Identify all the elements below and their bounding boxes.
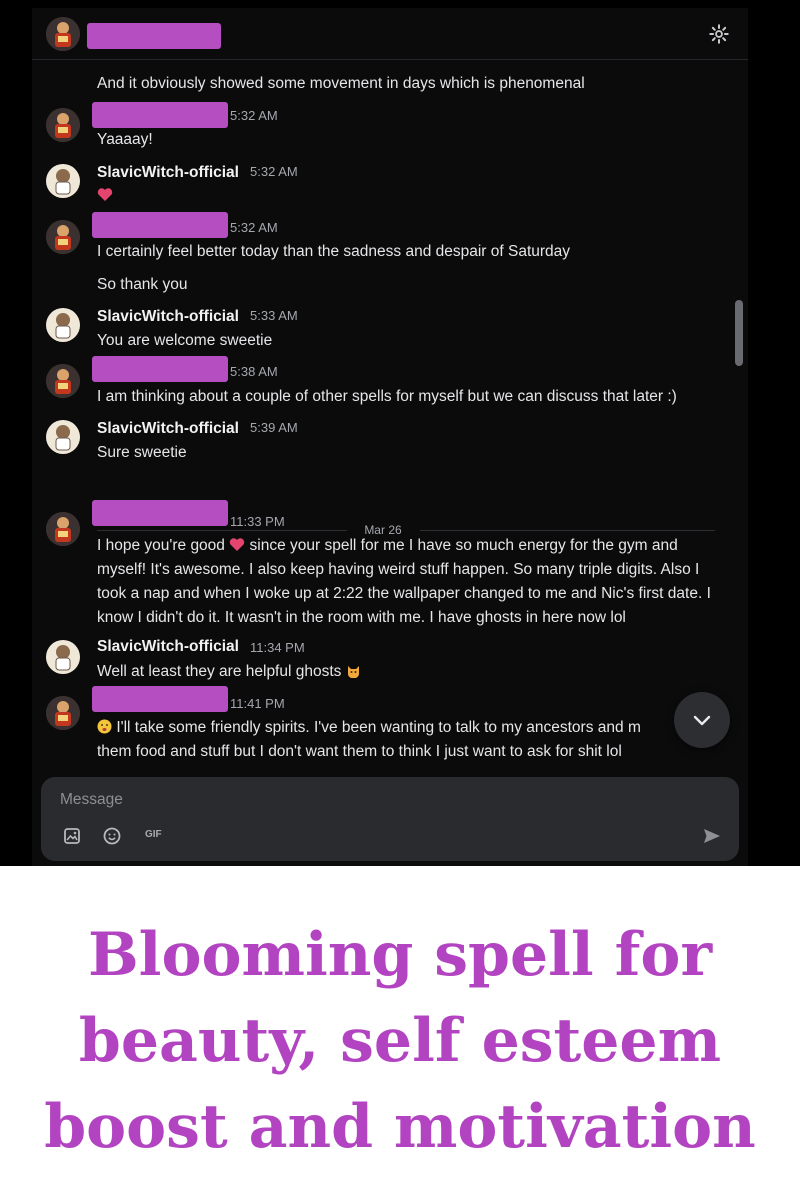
message-text: Yaaaay! [97, 131, 153, 148]
message-author[interactable]: SlavicWitch-official [97, 308, 239, 326]
message-time: 5:33 AM [250, 308, 298, 323]
caption-line: boost and motivation [44, 1092, 756, 1162]
redacted-author [92, 102, 228, 128]
message-avatar[interactable] [46, 696, 80, 730]
message-author[interactable]: SlavicWitch-official [97, 638, 239, 656]
message-time: 11:34 PM [250, 640, 305, 655]
screenshot-area: And it obviously showed some movement in… [0, 0, 800, 866]
caption-line: beauty, self esteem [78, 1006, 722, 1076]
message-text: Sure sweetie [97, 444, 187, 461]
chat-header [32, 8, 748, 60]
message-input[interactable]: Message [60, 791, 123, 809]
message-time: 5:32 AM [230, 220, 278, 235]
message-avatar[interactable] [46, 640, 80, 674]
message-list[interactable]: And it obviously showed some movement in… [32, 60, 748, 768]
redacted-author [92, 356, 228, 382]
message-author[interactable]: SlavicWitch-official [97, 164, 239, 182]
message-text-segment: I'll take some friendly spirits. I've be… [116, 719, 641, 736]
image-icon[interactable] [61, 825, 83, 847]
cat-emoji-icon [347, 666, 359, 678]
message-text-segment: I hope you're good [97, 537, 225, 554]
gif-button[interactable]: GIF [145, 829, 162, 840]
send-icon[interactable] [701, 825, 723, 847]
message-text: You are welcome sweetie [97, 332, 273, 349]
message-text [97, 184, 113, 208]
gear-icon[interactable] [708, 23, 730, 45]
redacted-author [92, 212, 228, 238]
message-text: I am thinking about a couple of other sp… [97, 388, 677, 405]
message-avatar[interactable] [46, 308, 80, 342]
message-time: 5:38 AM [230, 364, 278, 379]
message-avatar[interactable] [46, 220, 80, 254]
header-avatar[interactable] [46, 17, 80, 51]
message-text-segment: Well at least they are helpful ghosts [97, 663, 342, 680]
chat-window: And it obviously showed some movement in… [32, 8, 748, 866]
jump-to-latest-button[interactable] [674, 692, 730, 748]
redacted-username [87, 23, 221, 49]
message-author[interactable]: SlavicWitch-official [97, 420, 239, 438]
message-avatar[interactable] [46, 108, 80, 142]
scrollbar-thumb[interactable] [735, 300, 743, 366]
heart-icon [97, 188, 113, 201]
message-avatar[interactable] [46, 512, 80, 546]
date-divider-line [420, 530, 715, 531]
message-text: And it obviously showed some movement in… [97, 75, 585, 92]
message-avatar[interactable] [46, 420, 80, 454]
chevron-down-icon [693, 715, 711, 726]
face-emoji-icon [97, 719, 112, 734]
message-text: I'll take some friendly spirits. I've be… [97, 716, 641, 740]
message-avatar[interactable] [46, 364, 80, 398]
message-time: 11:33 PM [230, 514, 285, 529]
heart-icon [230, 538, 245, 551]
message-avatar[interactable] [46, 164, 80, 198]
redacted-author [92, 686, 228, 712]
date-divider-line [97, 530, 347, 531]
promo-caption: Blooming spell for beauty, self esteem b… [0, 912, 800, 1170]
message-text: I hope you're good since your spell for … [97, 534, 725, 630]
message-time: 5:32 AM [230, 108, 278, 123]
message-time: 11:41 PM [230, 696, 285, 711]
message-text: So thank you [97, 276, 188, 293]
message-time: 5:39 AM [250, 420, 298, 435]
avatar-user-icon [46, 17, 80, 51]
smiley-icon[interactable] [101, 825, 123, 847]
caption-line: Blooming spell for [87, 920, 713, 990]
message-composer[interactable]: Message GIF [41, 777, 739, 861]
redacted-author [92, 500, 228, 526]
message-text: I certainly feel better today than the s… [97, 243, 571, 260]
message-time: 5:32 AM [250, 164, 298, 179]
message-text: Well at least they are helpful ghosts [97, 660, 361, 684]
message-text: them food and stuff but I don't want the… [97, 743, 622, 760]
